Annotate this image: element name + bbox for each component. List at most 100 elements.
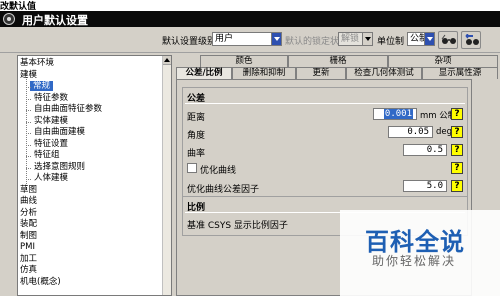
glasses-icon <box>441 34 456 44</box>
tab-grid[interactable]: 栅格 <box>288 55 388 67</box>
curvature-input[interactable]: 0.5 <box>403 144 447 156</box>
lock-select[interactable]: 解锁 <box>338 32 373 46</box>
help-icon[interactable]: ? <box>451 108 463 120</box>
tree-item-label: 装配 <box>20 219 38 229</box>
tree-item-label: 特征参数 <box>34 92 69 103</box>
tree-item[interactable]: 特征设置 <box>30 139 68 150</box>
tree-connector <box>26 156 31 157</box>
tree-connector <box>26 110 31 111</box>
toolbar: 默认设置级别 用户 默认的锁定状态 解锁 单位制 公制 <box>0 27 500 53</box>
glasses-search-button[interactable] <box>438 31 458 49</box>
tree-item-label: 基本环境 <box>20 58 55 68</box>
tree-scrollbar[interactable] <box>162 56 171 295</box>
tree-item-label: 曲线 <box>20 196 38 206</box>
tree-item-label: 草图 <box>20 184 38 195</box>
tree-connector <box>26 98 31 100</box>
csys-scale-label: 基准 CSYS 显示比例因子 <box>187 221 288 231</box>
lock-select-value: 解锁 <box>341 34 360 44</box>
tree-connector <box>26 179 31 180</box>
tree-item-label: 制图 <box>20 230 38 241</box>
chevron-down-icon <box>271 33 281 45</box>
tree-item[interactable]: 自由曲面建模 <box>30 127 85 138</box>
tree-item[interactable]: 常规 <box>30 81 54 92</box>
tree-item-label: 仿真 <box>20 265 38 275</box>
distance-label: 距离 <box>187 113 206 123</box>
unit-select[interactable]: 公制 <box>407 32 435 46</box>
tree-item[interactable]: 自由曲面特征参数 <box>30 104 102 115</box>
tab-update[interactable]: 更新 <box>296 67 346 79</box>
tree-item-label: 建模 <box>20 69 38 80</box>
watermark-slogan: 助你轻松解决 <box>372 254 457 268</box>
tree-item-label: 机电(概念) <box>20 276 61 287</box>
tree-item[interactable]: 特征参数 <box>30 93 68 104</box>
level-select[interactable]: 用户 <box>212 32 282 46</box>
tolerance-group: 公差 距离 0.001 mm 公制 ? 角度 0.05 deg ? 曲率 0.5… <box>182 87 468 197</box>
tree-item-label: 加工 <box>20 253 38 264</box>
tree-item-label: 自由曲面特征参数 <box>34 104 103 114</box>
tab-display-attribute-source[interactable]: 显示属性源 <box>422 67 498 79</box>
curvature-label: 曲率 <box>187 149 206 159</box>
tree-item[interactable]: 制图 <box>20 231 37 242</box>
help-icon[interactable]: ? <box>451 144 463 156</box>
tree-item-label: 特征组 <box>34 150 60 160</box>
tree-item[interactable]: 特征组 <box>30 150 60 161</box>
tab-misc[interactable]: 杂项 <box>388 55 498 67</box>
chevron-down-icon <box>424 33 434 45</box>
tree-item-label: 特征设置 <box>34 138 69 149</box>
glasses-arrow-icon <box>465 34 479 45</box>
unit-label: 单位制 <box>377 37 405 47</box>
tree-connector <box>26 133 31 134</box>
tree-connector <box>26 121 31 123</box>
help-icon[interactable]: ? <box>451 162 463 174</box>
tree-item[interactable]: 草图 <box>20 185 37 196</box>
optimize-curve-label: 优化曲线 <box>200 166 237 176</box>
tree-item[interactable]: 人体建模 <box>30 173 68 184</box>
tree-item-label: 人体建模 <box>34 173 69 183</box>
title-bar[interactable]: 用户默认设置 <box>0 11 500 27</box>
tree-item[interactable]: 建模 <box>20 70 37 81</box>
optimize-factor-label: 优化曲线公差因子 <box>187 185 260 195</box>
top-strip: 改默认值 <box>0 0 500 12</box>
glasses-arrow-button[interactable] <box>461 31 481 49</box>
scroll-up-icon[interactable] <box>163 56 171 65</box>
level-label: 默认设置级别 <box>162 37 217 47</box>
angle-label: 角度 <box>187 131 206 141</box>
angle-input[interactable]: 0.05 <box>388 126 433 138</box>
window-icon <box>3 13 15 25</box>
tree-item-label: 常规 <box>30 81 54 91</box>
tree-item-label: PMI <box>20 242 35 252</box>
tree-item-label: 选择意图规则 <box>34 161 86 172</box>
tree-item[interactable]: 装配 <box>20 219 37 230</box>
tree-item-label: 分析 <box>20 207 38 218</box>
angle-unit: deg <box>436 127 453 137</box>
tree-item[interactable]: 曲线 <box>20 196 37 207</box>
tree-item[interactable]: 机电(概念) <box>20 277 61 288</box>
category-tree[interactable]: 基本环境建模 常规 特征参数 自由曲面特征参数实体建模 自由曲面建模 特征设置 特征组 选择意… <box>17 55 172 296</box>
tree-connector <box>26 72 27 190</box>
tree-item[interactable]: 选择意图规则 <box>30 162 85 173</box>
help-icon[interactable]: ? <box>451 180 463 192</box>
tree-connector <box>26 144 31 146</box>
tree-connector <box>26 167 31 169</box>
tree-connector <box>26 87 31 88</box>
distance-value: 0.001 <box>383 109 413 119</box>
tab-tolerance-scale[interactable]: 公差/比例 <box>176 67 232 79</box>
tab-delete-suppress[interactable]: 删除和抑制 <box>232 67 296 79</box>
help-icon[interactable]: ? <box>451 126 463 138</box>
window-title: 用户默认设置 <box>22 14 88 27</box>
tree-item[interactable]: 实体建模 <box>30 116 68 127</box>
level-select-value: 用户 <box>215 34 234 44</box>
optimize-curve-checkbox[interactable] <box>187 163 197 173</box>
tab-check-geometry[interactable]: 检查几何体测试 <box>346 67 422 79</box>
optimize-factor-input[interactable]: 5.0 <box>403 180 447 192</box>
divider <box>185 103 465 104</box>
tree-item[interactable]: 加工 <box>20 254 37 265</box>
distance-input[interactable]: 0.001 <box>373 108 417 120</box>
tree-item[interactable]: 分析 <box>20 208 37 219</box>
tree-item[interactable]: 基本环境 <box>20 58 54 69</box>
tree-item[interactable]: PMI <box>20 242 35 253</box>
tree-item-label: 自由曲面建模 <box>34 127 86 137</box>
tab-bar: 颜色 栅格 杂项 公差/比例 删除和抑制 更新 检查几何体测试 显示属性源 <box>176 55 500 79</box>
tab-color[interactable]: 颜色 <box>200 55 288 67</box>
tree-item[interactable]: 仿真 <box>20 265 37 276</box>
